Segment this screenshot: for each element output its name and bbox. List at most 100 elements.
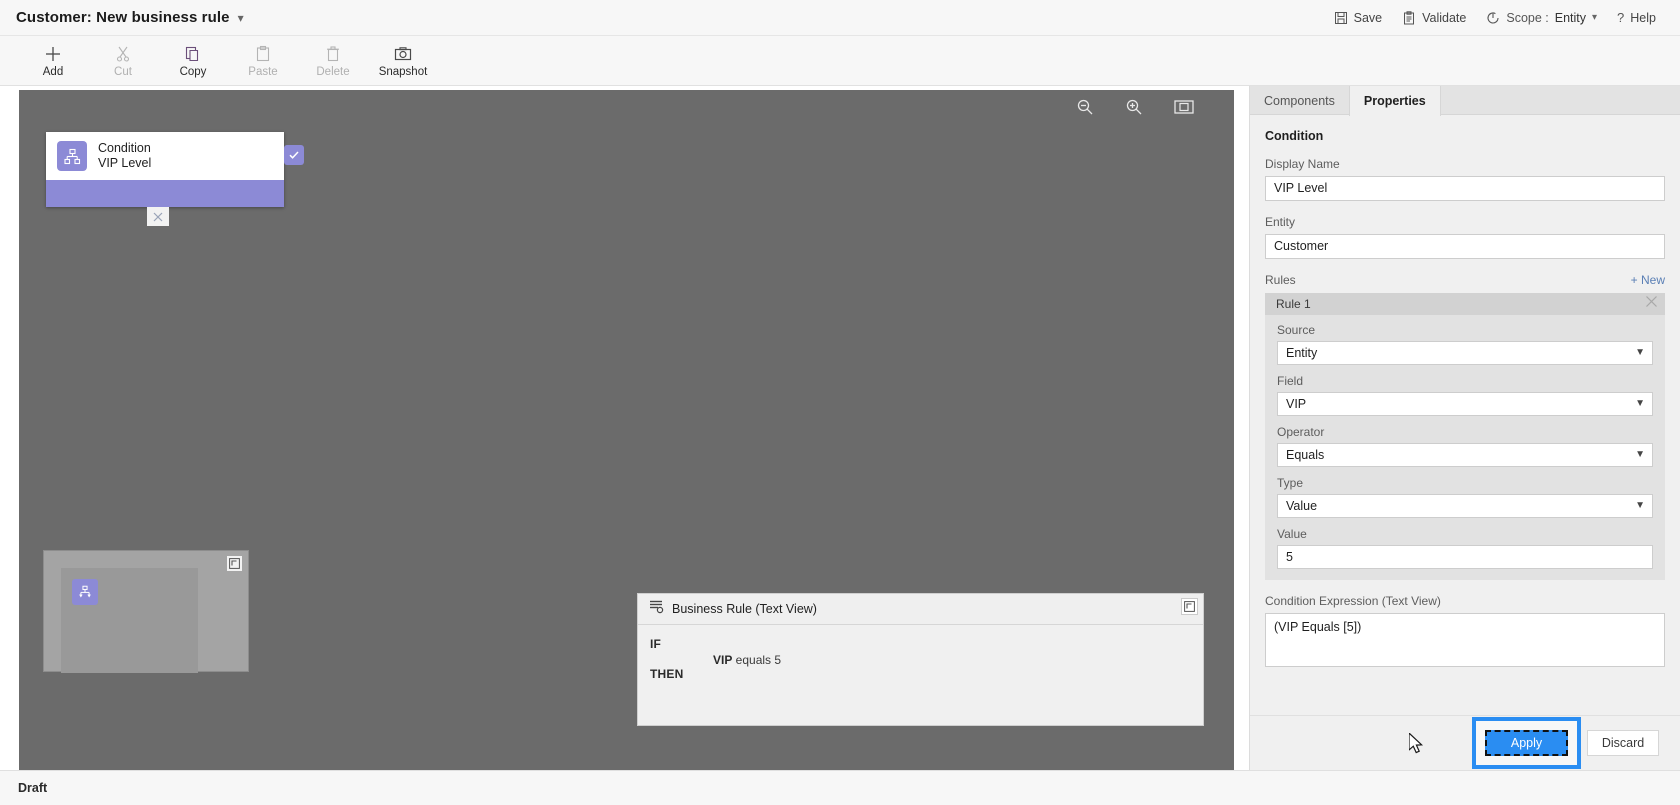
camera-icon: [394, 45, 412, 63]
chevron-down-icon[interactable]: ▾: [238, 12, 244, 24]
field-select[interactable]: VIP ▼: [1277, 392, 1653, 416]
trash-icon: [324, 45, 342, 63]
command-bar: Add Cut Copy Paste: [0, 36, 1680, 86]
paste-icon: [254, 45, 272, 63]
chevron-down-icon[interactable]: ▾: [1592, 12, 1597, 23]
condition-node-body[interactable]: Condition VIP Level: [46, 132, 284, 180]
page-title: Customer: New business rule: [16, 9, 230, 26]
apply-button[interactable]: Apply: [1485, 730, 1568, 756]
delete-label: Delete: [316, 66, 349, 78]
paste-label: Paste: [248, 66, 277, 78]
help-button[interactable]: ? Help: [1607, 6, 1666, 29]
if-expression: VIP equals 5: [713, 653, 781, 667]
section-title: Condition: [1265, 129, 1665, 143]
type-label: Type: [1277, 476, 1653, 490]
rule-title: Rule 1: [1276, 297, 1311, 311]
if-expression-rest: equals 5: [732, 653, 781, 667]
source-value: Entity: [1286, 346, 1317, 360]
save-icon: [1334, 11, 1348, 25]
chevron-down-icon: ▼: [1635, 342, 1645, 364]
type-select[interactable]: Value ▼: [1277, 494, 1653, 518]
chevron-down-icon: ▼: [1635, 393, 1645, 415]
type-value: Value: [1286, 499, 1317, 513]
add-label: Add: [43, 66, 63, 78]
if-expression-field: VIP: [713, 653, 732, 667]
expand-icon[interactable]: [227, 556, 242, 571]
condition-icon: [57, 141, 87, 171]
condition-node-type: Condition: [98, 141, 151, 156]
source-label: Source: [1277, 323, 1653, 337]
condition-expression-textarea[interactable]: (VIP Equals [5]): [1265, 613, 1665, 667]
status-bar: Draft: [0, 770, 1680, 805]
rule-card-header: Rule 1: [1265, 293, 1665, 315]
copy-icon: [184, 45, 202, 63]
paste-button[interactable]: Paste: [228, 36, 298, 86]
snapshot-button[interactable]: Snapshot: [368, 36, 438, 86]
source-select[interactable]: Entity ▼: [1277, 341, 1653, 365]
entity-label: Entity: [1265, 215, 1665, 229]
rule-card-body: Source Entity ▼ Field VIP ▼ Operator Equ…: [1265, 315, 1665, 569]
close-icon[interactable]: [1645, 295, 1658, 313]
condition-node-name: VIP Level: [98, 156, 151, 171]
minimap[interactable]: [43, 550, 249, 672]
save-button[interactable]: Save: [1324, 7, 1393, 29]
condition-icon: [72, 579, 98, 605]
then-label: THEN: [650, 667, 683, 681]
minimap-viewport: [61, 568, 198, 673]
check-icon[interactable]: [284, 145, 304, 165]
validate-icon: [1402, 11, 1416, 25]
fit-to-screen-icon[interactable]: [1174, 99, 1194, 120]
title-bar: Customer: New business rule ▾ Save: [0, 0, 1680, 36]
zoom-in-icon[interactable]: [1125, 98, 1143, 121]
scissors-icon: [114, 45, 132, 63]
delete-button[interactable]: Delete: [298, 36, 368, 86]
snapshot-label: Snapshot: [379, 66, 428, 78]
properties-panel-footer: Apply Discard: [1250, 715, 1680, 770]
new-rule-link[interactable]: + New: [1631, 273, 1665, 287]
operator-value: Equals: [1286, 448, 1324, 462]
field-label: Field: [1277, 374, 1653, 388]
apply-button-highlight: Apply: [1472, 717, 1581, 769]
field-value: VIP: [1286, 397, 1306, 411]
business-rule-text-view-header: Business Rule (Text View): [638, 594, 1203, 625]
cut-label: Cut: [114, 66, 132, 78]
chevron-down-icon: ▼: [1635, 444, 1645, 466]
scope-icon: [1486, 11, 1500, 25]
rules-label: Rules: [1265, 273, 1296, 287]
entity-input[interactable]: Customer: [1265, 234, 1665, 259]
copy-label: Copy: [180, 66, 207, 78]
title-bar-actions: Save Validate Scope :: [1324, 6, 1680, 29]
validate-button[interactable]: Validate: [1392, 7, 1476, 29]
condition-node[interactable]: Condition VIP Level: [46, 132, 284, 207]
properties-panel: Components Properties Condition Display …: [1249, 86, 1680, 770]
chevron-down-icon: ▼: [1635, 495, 1645, 517]
validate-label: Validate: [1422, 11, 1466, 25]
add-button[interactable]: Add: [18, 36, 88, 86]
zoom-out-icon[interactable]: [1076, 98, 1094, 121]
operator-select[interactable]: Equals ▼: [1277, 443, 1653, 467]
rules-header: Rules + New: [1265, 273, 1665, 287]
condition-expression-label: Condition Expression (Text View): [1265, 594, 1665, 608]
expand-icon[interactable]: [1181, 598, 1198, 615]
properties-panel-tabs: Components Properties: [1250, 86, 1680, 115]
condition-node-footer: [46, 180, 284, 207]
operator-label: Operator: [1277, 425, 1653, 439]
tab-components[interactable]: Components: [1250, 86, 1349, 115]
text-view-icon: [649, 599, 664, 619]
cut-button[interactable]: Cut: [88, 36, 158, 86]
scope-label: Scope :: [1506, 11, 1548, 25]
scope-selector[interactable]: Scope : Entity ▾: [1476, 7, 1607, 29]
close-icon[interactable]: [147, 207, 169, 226]
business-rule-text-view-title: Business Rule (Text View): [672, 602, 817, 616]
if-label: IF: [650, 637, 661, 651]
scope-value: Entity: [1555, 11, 1586, 25]
discard-button[interactable]: Discard: [1587, 730, 1659, 756]
rule-card: Rule 1 Source Entity ▼ Field VIP ▼: [1265, 293, 1665, 580]
value-label: Value: [1277, 527, 1653, 541]
copy-button[interactable]: Copy: [158, 36, 228, 86]
display-name-input[interactable]: VIP Level: [1265, 176, 1665, 201]
tab-properties[interactable]: Properties: [1349, 86, 1441, 116]
condition-node-text: Condition VIP Level: [98, 141, 151, 172]
status-text: Draft: [18, 781, 47, 795]
value-input[interactable]: 5: [1277, 545, 1653, 569]
